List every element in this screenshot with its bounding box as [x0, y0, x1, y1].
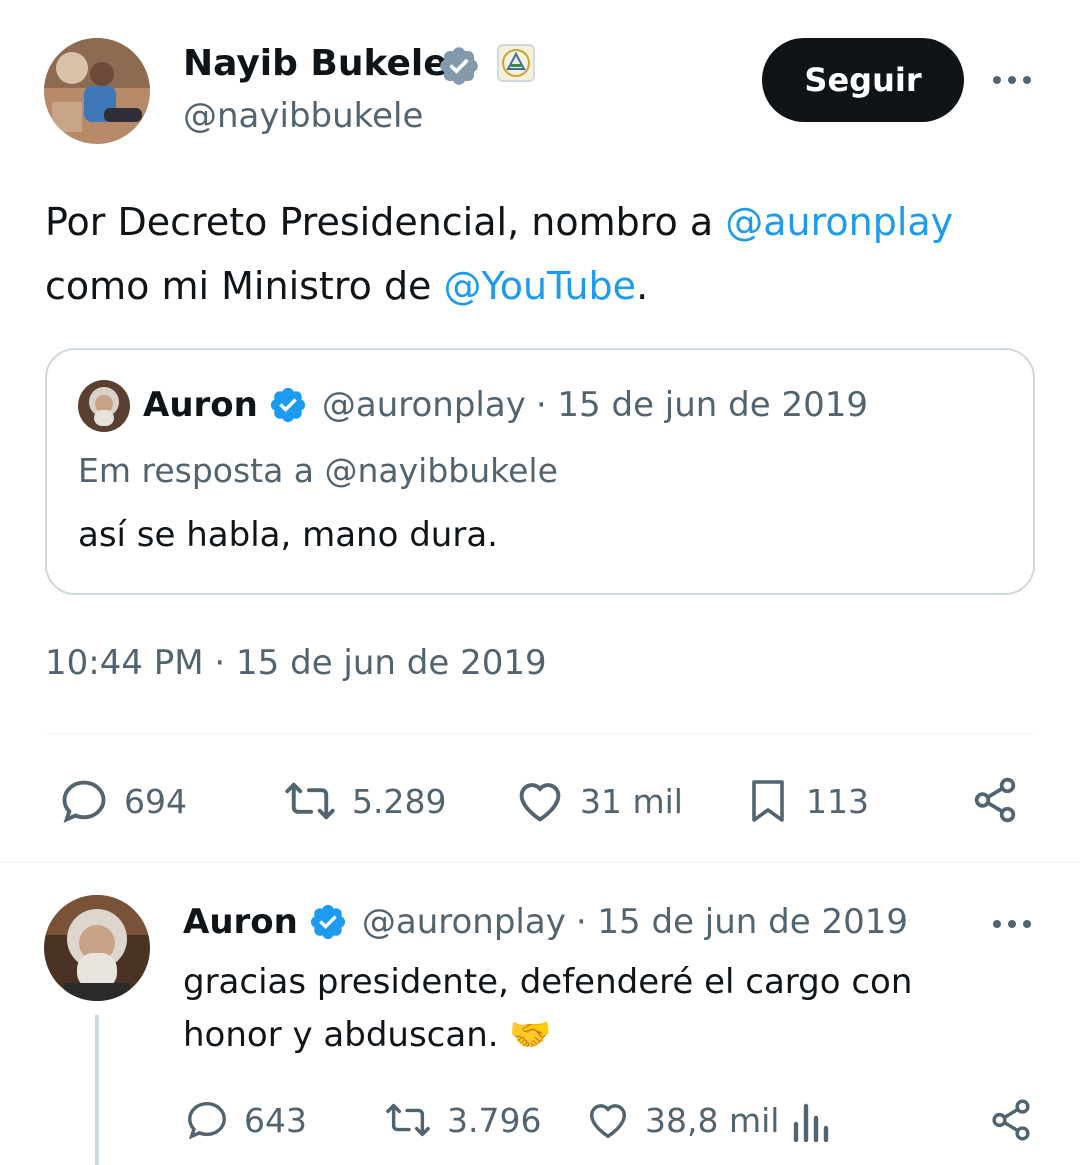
reply-author-name[interactable]: Auron [183, 899, 298, 945]
mention-youtube[interactable]: @YouTube [444, 264, 637, 308]
bookmark-button[interactable]: 113 [744, 775, 869, 827]
quoted-reply-to: Em resposta a @nayibbukele [78, 451, 558, 490]
tweet-text-part: Por Decreto Presidencial, nombro a [45, 200, 726, 244]
analytics-icon[interactable] [790, 1100, 830, 1146]
reply-author-handle[interactable]: @auronplay [362, 899, 566, 945]
quoted-author-name[interactable]: Auron [143, 382, 258, 428]
quoted-header: Auron @auronplay · 15 de jun de 2019 [143, 382, 868, 428]
tweet-text-part: como mi Ministro de [45, 264, 444, 308]
verified-badge-icon [268, 385, 308, 425]
like-button[interactable]: 31 mil [514, 775, 683, 827]
reply-icon [184, 1097, 230, 1143]
retweet-icon [282, 775, 338, 827]
mention-auronplay[interactable]: @auronplay [725, 200, 953, 244]
share-icon[interactable] [988, 1097, 1034, 1147]
heart-icon [585, 1097, 631, 1143]
tweet-text-part: . [636, 264, 649, 308]
like-count: 38,8 mil [645, 1100, 780, 1140]
thread-line [95, 1015, 99, 1165]
tweet-timestamp[interactable]: 10:44 PM · 15 de jun de 2019 [45, 640, 547, 686]
reply-date: · 15 de jun de 2019 [575, 902, 908, 942]
follow-button[interactable]: Seguir [762, 38, 964, 122]
divider [45, 733, 1035, 734]
reply-text-line: gracias presidente, defenderé el cargo c… [183, 962, 913, 1002]
heart-icon [514, 775, 566, 827]
handshake-emoji: 🤝 [509, 1015, 552, 1055]
share-icon[interactable] [970, 775, 1020, 829]
retweet-button[interactable]: 3.796 [383, 1097, 541, 1143]
reply-icon [58, 775, 110, 827]
retweet-icon [383, 1097, 433, 1143]
reply-text-line: honor y abduscan. [183, 1015, 499, 1055]
reply-header: Auron @auronplay · 15 de jun de 2019 [183, 899, 908, 945]
bookmark-icon [744, 775, 792, 827]
avatar-auron-quoted[interactable] [78, 380, 130, 432]
more-options-icon[interactable] [992, 916, 1032, 935]
reply-button[interactable]: 643 [184, 1097, 307, 1143]
more-options-icon[interactable] [992, 72, 1032, 91]
verified-badge-icon [308, 902, 348, 942]
retweet-button[interactable]: 5.289 [282, 775, 446, 827]
avatar-auron-reply[interactable] [44, 895, 150, 1001]
retweet-count: 5.289 [352, 781, 447, 821]
reply-count: 643 [244, 1100, 307, 1140]
avatar-nayib[interactable] [44, 38, 150, 144]
government-affiliation-icon[interactable] [497, 44, 535, 82]
like-count: 31 mil [580, 781, 683, 821]
quoted-date: · 15 de jun de 2019 [535, 385, 868, 425]
follow-button-label: Seguir [804, 61, 922, 99]
verified-badge-icon [437, 44, 481, 92]
like-button[interactable]: 38,8 mil [585, 1097, 779, 1143]
author-name[interactable]: Nayib Bukele [183, 42, 448, 86]
author-handle[interactable]: @nayibbukele [183, 94, 423, 138]
reply-count: 694 [124, 781, 187, 821]
tweet-text: Por Decreto Presidencial, nombro a @auro… [45, 190, 1045, 318]
quoted-author-handle[interactable]: @auronplay [322, 382, 526, 428]
reply-button[interactable]: 694 [58, 775, 187, 827]
bookmark-count: 113 [806, 781, 869, 821]
reply-text: gracias presidente, defenderé el cargo c… [183, 956, 912, 1062]
quoted-text: así se habla, mano dura. [78, 515, 498, 555]
divider [0, 862, 1080, 863]
retweet-count: 3.796 [447, 1100, 542, 1140]
